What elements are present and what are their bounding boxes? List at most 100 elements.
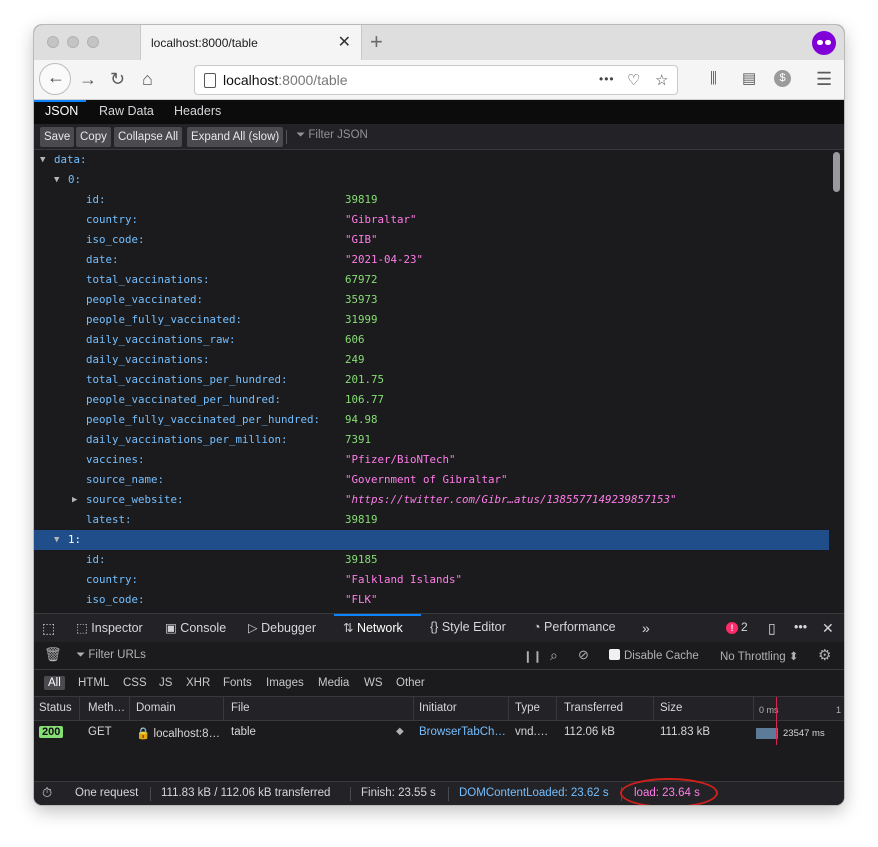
column-status[interactable]: Status — [39, 702, 72, 714]
tab-json[interactable]: JSON — [45, 104, 78, 118]
expand-triangle-icon[interactable]: ▼ — [54, 170, 59, 190]
json-tree-row[interactable]: date: "2021-04-23" — [34, 250, 829, 270]
save-button[interactable]: Save — [40, 127, 75, 147]
type-filter-media[interactable]: Media — [314, 676, 353, 690]
json-value: 249 — [345, 353, 365, 366]
network-settings-gear-icon[interactable]: ⚙ — [818, 646, 831, 664]
element-picker-icon[interactable]: ⬚ — [42, 620, 55, 637]
sidebar-icon[interactable]: ▤ — [742, 68, 756, 90]
type-filter-js[interactable]: JS — [155, 676, 176, 690]
performance-analysis-icon[interactable]: ⏱ — [42, 785, 52, 801]
url-bar[interactable]: localhost:8000/table ••• ♡ ☆ — [194, 65, 678, 95]
tab-raw-data[interactable]: Raw Data — [99, 104, 154, 118]
type-filter-xhr[interactable]: XHR — [182, 676, 214, 690]
forward-arrow-icon[interactable]: → — [79, 68, 97, 90]
minimize-window-button[interactable] — [67, 36, 79, 48]
browser-tab[interactable]: localhost:8000/table ✕ — [140, 25, 362, 60]
initiator-link[interactable]: BrowserTabCh… — [419, 726, 506, 738]
menu-icon[interactable]: ☰ — [816, 68, 832, 90]
home-icon[interactable]: ⌂ — [142, 68, 153, 90]
collapse-all-button[interactable]: Collapse All — [114, 127, 183, 147]
filter-urls-input[interactable]: ⏷ Filter URLs — [76, 649, 146, 662]
collapsed-triangle-icon[interactable]: ▶ — [72, 490, 77, 510]
json-tree-row[interactable]: daily_vaccinations: 249 — [34, 350, 829, 370]
new-tab-button[interactable]: + — [370, 29, 383, 55]
pocket-icon[interactable]: ♡ — [627, 71, 640, 89]
close-devtools-icon[interactable]: ✕ — [822, 620, 834, 637]
tool-style-editor[interactable]: {} Style Editor — [430, 620, 506, 634]
column-type[interactable]: Type — [515, 702, 540, 714]
json-tree-row[interactable]: country: "Gibraltar" — [34, 210, 829, 230]
reload-icon[interactable]: ↻ — [110, 68, 125, 90]
page-actions-icon[interactable]: ••• — [599, 72, 615, 86]
library-icon[interactable]: ⫼ — [710, 68, 717, 90]
json-tree-row[interactable]: people_fully_vaccinated: 31999 — [34, 310, 829, 330]
type-filter-css[interactable]: CSS — [119, 676, 151, 690]
json-tree-row[interactable]: daily_vaccinations_per_million: 7391 — [34, 430, 829, 450]
type-filter-all[interactable]: All — [44, 676, 65, 690]
filter-json-input[interactable]: ⏷ Filter JSON — [296, 129, 368, 142]
type-filter-ws[interactable]: WS — [360, 676, 387, 690]
json-tree-row[interactable]: daily_vaccinations_raw: 606 — [34, 330, 829, 350]
json-tree-row[interactable]: total_vaccinations: 67972 — [34, 270, 829, 290]
tool-inspector[interactable]: ⬚ Inspector — [76, 620, 143, 635]
json-key: 0: — [68, 173, 82, 186]
json-tree-row[interactable]: source_name: "Government of Gibraltar" — [34, 470, 829, 490]
tab-close-icon[interactable]: ✕ — [338, 32, 351, 52]
column-initiator[interactable]: Initiator — [419, 702, 457, 714]
type-filter-images[interactable]: Images — [262, 676, 308, 690]
json-tree-row[interactable]: id: 39819 — [34, 190, 829, 210]
json-tree-row[interactable]: ▶ source_website: "https://twitter.com/Gib… — [34, 490, 829, 510]
json-tree-row[interactable]: iso_code: "FLK" — [34, 590, 829, 610]
account-icon[interactable]: $ — [774, 70, 791, 87]
type-filter-fonts[interactable]: Fonts — [219, 676, 256, 690]
json-tree-row[interactable]: ▼ data: — [34, 150, 829, 170]
json-tree-row[interactable]: ▼ 1: — [34, 530, 829, 550]
json-tree-row[interactable]: people_vaccinated_per_hundred: 106.77 — [34, 390, 829, 410]
type-filter-other[interactable]: Other — [392, 676, 429, 690]
json-tree-row[interactable]: id: 39185 — [34, 550, 829, 570]
expand-all-button[interactable]: Expand All (slow) — [187, 127, 284, 147]
json-scrollbar[interactable] — [829, 150, 844, 613]
scrollbar-thumb[interactable] — [833, 152, 840, 192]
error-count-badge[interactable]: ! 2 — [726, 620, 748, 634]
json-tree-row[interactable]: latest: 39819 — [34, 510, 829, 530]
expand-triangle-icon[interactable]: ▼ — [40, 150, 45, 170]
column-transferred[interactable]: Transferred — [564, 702, 623, 714]
devtools-menu-icon[interactable]: ••• — [794, 620, 807, 634]
tool-debugger[interactable]: ▷ Debugger — [248, 620, 316, 635]
block-requests-icon[interactable]: ⊘ — [578, 647, 589, 663]
tool-performance[interactable]: ◔ Performance — [533, 620, 616, 634]
more-tools-icon[interactable]: » — [642, 620, 650, 636]
tool-console[interactable]: ▣ Console — [165, 620, 226, 635]
disable-cache-checkbox[interactable]: Disable Cache — [609, 649, 699, 662]
json-tree-row[interactable]: country: "Falkland Islands" — [34, 570, 829, 590]
column-file[interactable]: File — [231, 702, 250, 714]
copy-button[interactable]: Copy — [76, 127, 111, 147]
column-method[interactable]: Meth… — [88, 702, 125, 714]
clear-requests-icon[interactable]: 🗑 — [44, 646, 62, 663]
responsive-design-icon[interactable]: ▯ — [768, 620, 776, 637]
transferred-cell: 112.06 kB — [564, 726, 615, 738]
back-button[interactable]: ← — [39, 63, 71, 95]
json-tree-row[interactable]: iso_code: "GIB" — [34, 230, 829, 250]
pause-recording-icon[interactable]: ❙❙ — [523, 649, 542, 663]
expand-triangle-icon[interactable]: ▼ — [54, 530, 59, 550]
column-domain[interactable]: Domain — [136, 702, 176, 714]
bookmark-star-icon[interactable]: ☆ — [655, 71, 668, 89]
type-filter-html[interactable]: HTML — [74, 676, 113, 690]
json-value: "FLK" — [345, 593, 378, 606]
tool-network[interactable]: ⇅ Network — [343, 620, 403, 635]
zoom-window-button[interactable] — [87, 36, 99, 48]
throttling-select[interactable]: No Throttling ⬍ — [720, 649, 798, 663]
table-row[interactable]: 200 GET 🔒 localhost:8… table ◆ BrowserTa… — [34, 721, 844, 745]
search-icon[interactable]: ⌕ — [550, 647, 558, 664]
json-tree-row[interactable]: total_vaccinations_per_hundred: 201.75 — [34, 370, 829, 390]
tab-headers[interactable]: Headers — [174, 104, 221, 118]
json-tree-row[interactable]: people_fully_vaccinated_per_hundred: 94.9… — [34, 410, 829, 430]
json-tree-row[interactable]: people_vaccinated: 35973 — [34, 290, 829, 310]
close-window-button[interactable] — [47, 36, 59, 48]
column-size[interactable]: Size — [660, 702, 682, 714]
json-tree-row[interactable]: ▼ 0: — [34, 170, 829, 190]
json-tree-row[interactable]: vaccines: "Pfizer/BioNTech" — [34, 450, 829, 470]
